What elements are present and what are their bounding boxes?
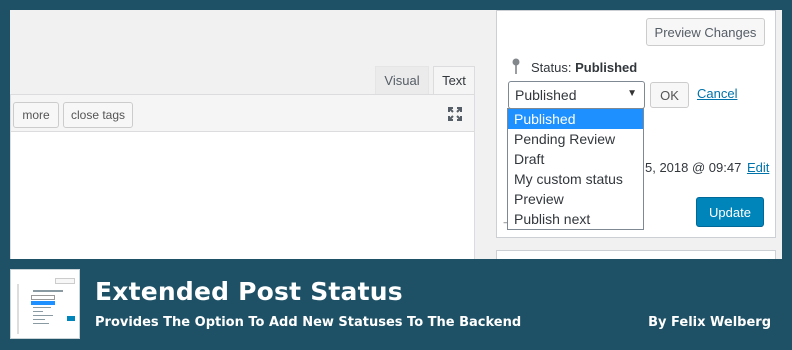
option-published[interactable]: Published <box>508 109 643 129</box>
status-label: Status: <box>531 60 572 75</box>
classic-editor: Visual Text more close tags <box>10 66 475 260</box>
content-textarea[interactable] <box>10 132 475 260</box>
select-value: Published <box>515 87 577 103</box>
option-preview[interactable]: Preview <box>508 189 643 209</box>
wp-editor-screen: Visual Text more close tags Preview Chan… <box>10 10 782 260</box>
option-draft[interactable]: Draft <box>508 149 643 169</box>
ok-button[interactable]: OK <box>650 82 689 108</box>
post-status-select[interactable]: Published ▼ <box>508 81 645 109</box>
status-value: Published <box>575 60 638 75</box>
pin-icon <box>512 58 520 74</box>
option-pending-review[interactable]: Pending Review <box>508 129 643 149</box>
close-tags-button[interactable]: close tags <box>63 102 133 128</box>
post-status-line: Status: Published <box>531 60 637 75</box>
status-dropdown-list: Published Pending Review Draft My custom… <box>507 108 644 230</box>
option-my-custom-status[interactable]: My custom status <box>508 169 643 189</box>
quicktags-toolbar: more close tags <box>10 94 475 132</box>
update-button[interactable]: Update <box>696 197 764 227</box>
tab-text[interactable]: Text <box>433 66 475 94</box>
plugin-caption-bar: Extended Post Status Provides The Option… <box>0 259 792 350</box>
preview-changes-button[interactable]: Preview Changes <box>646 18 765 46</box>
option-publish-next[interactable]: Publish next <box>508 209 643 229</box>
date-text: 5, 2018 @ 09:47 <box>645 160 742 175</box>
plugin-author: By Felix Welberg <box>648 315 771 330</box>
fullscreen-icon[interactable] <box>448 107 462 121</box>
plugin-title: Extended Post Status <box>95 277 403 306</box>
plugin-thumbnail <box>10 269 80 339</box>
screenshot-frame: Visual Text more close tags Preview Chan… <box>0 0 792 260</box>
plugin-subtitle: Provides The Option To Add New Statuses … <box>95 315 522 330</box>
edit-date-link[interactable]: Edit <box>747 160 769 175</box>
tab-visual[interactable]: Visual <box>375 66 429 94</box>
publish-date: 5, 2018 @ 09:47 Edit <box>645 160 769 175</box>
cancel-link[interactable]: Cancel <box>697 86 737 101</box>
more-button[interactable]: more <box>13 102 59 128</box>
dropdown-arrow-icon: ▼ <box>627 88 637 99</box>
